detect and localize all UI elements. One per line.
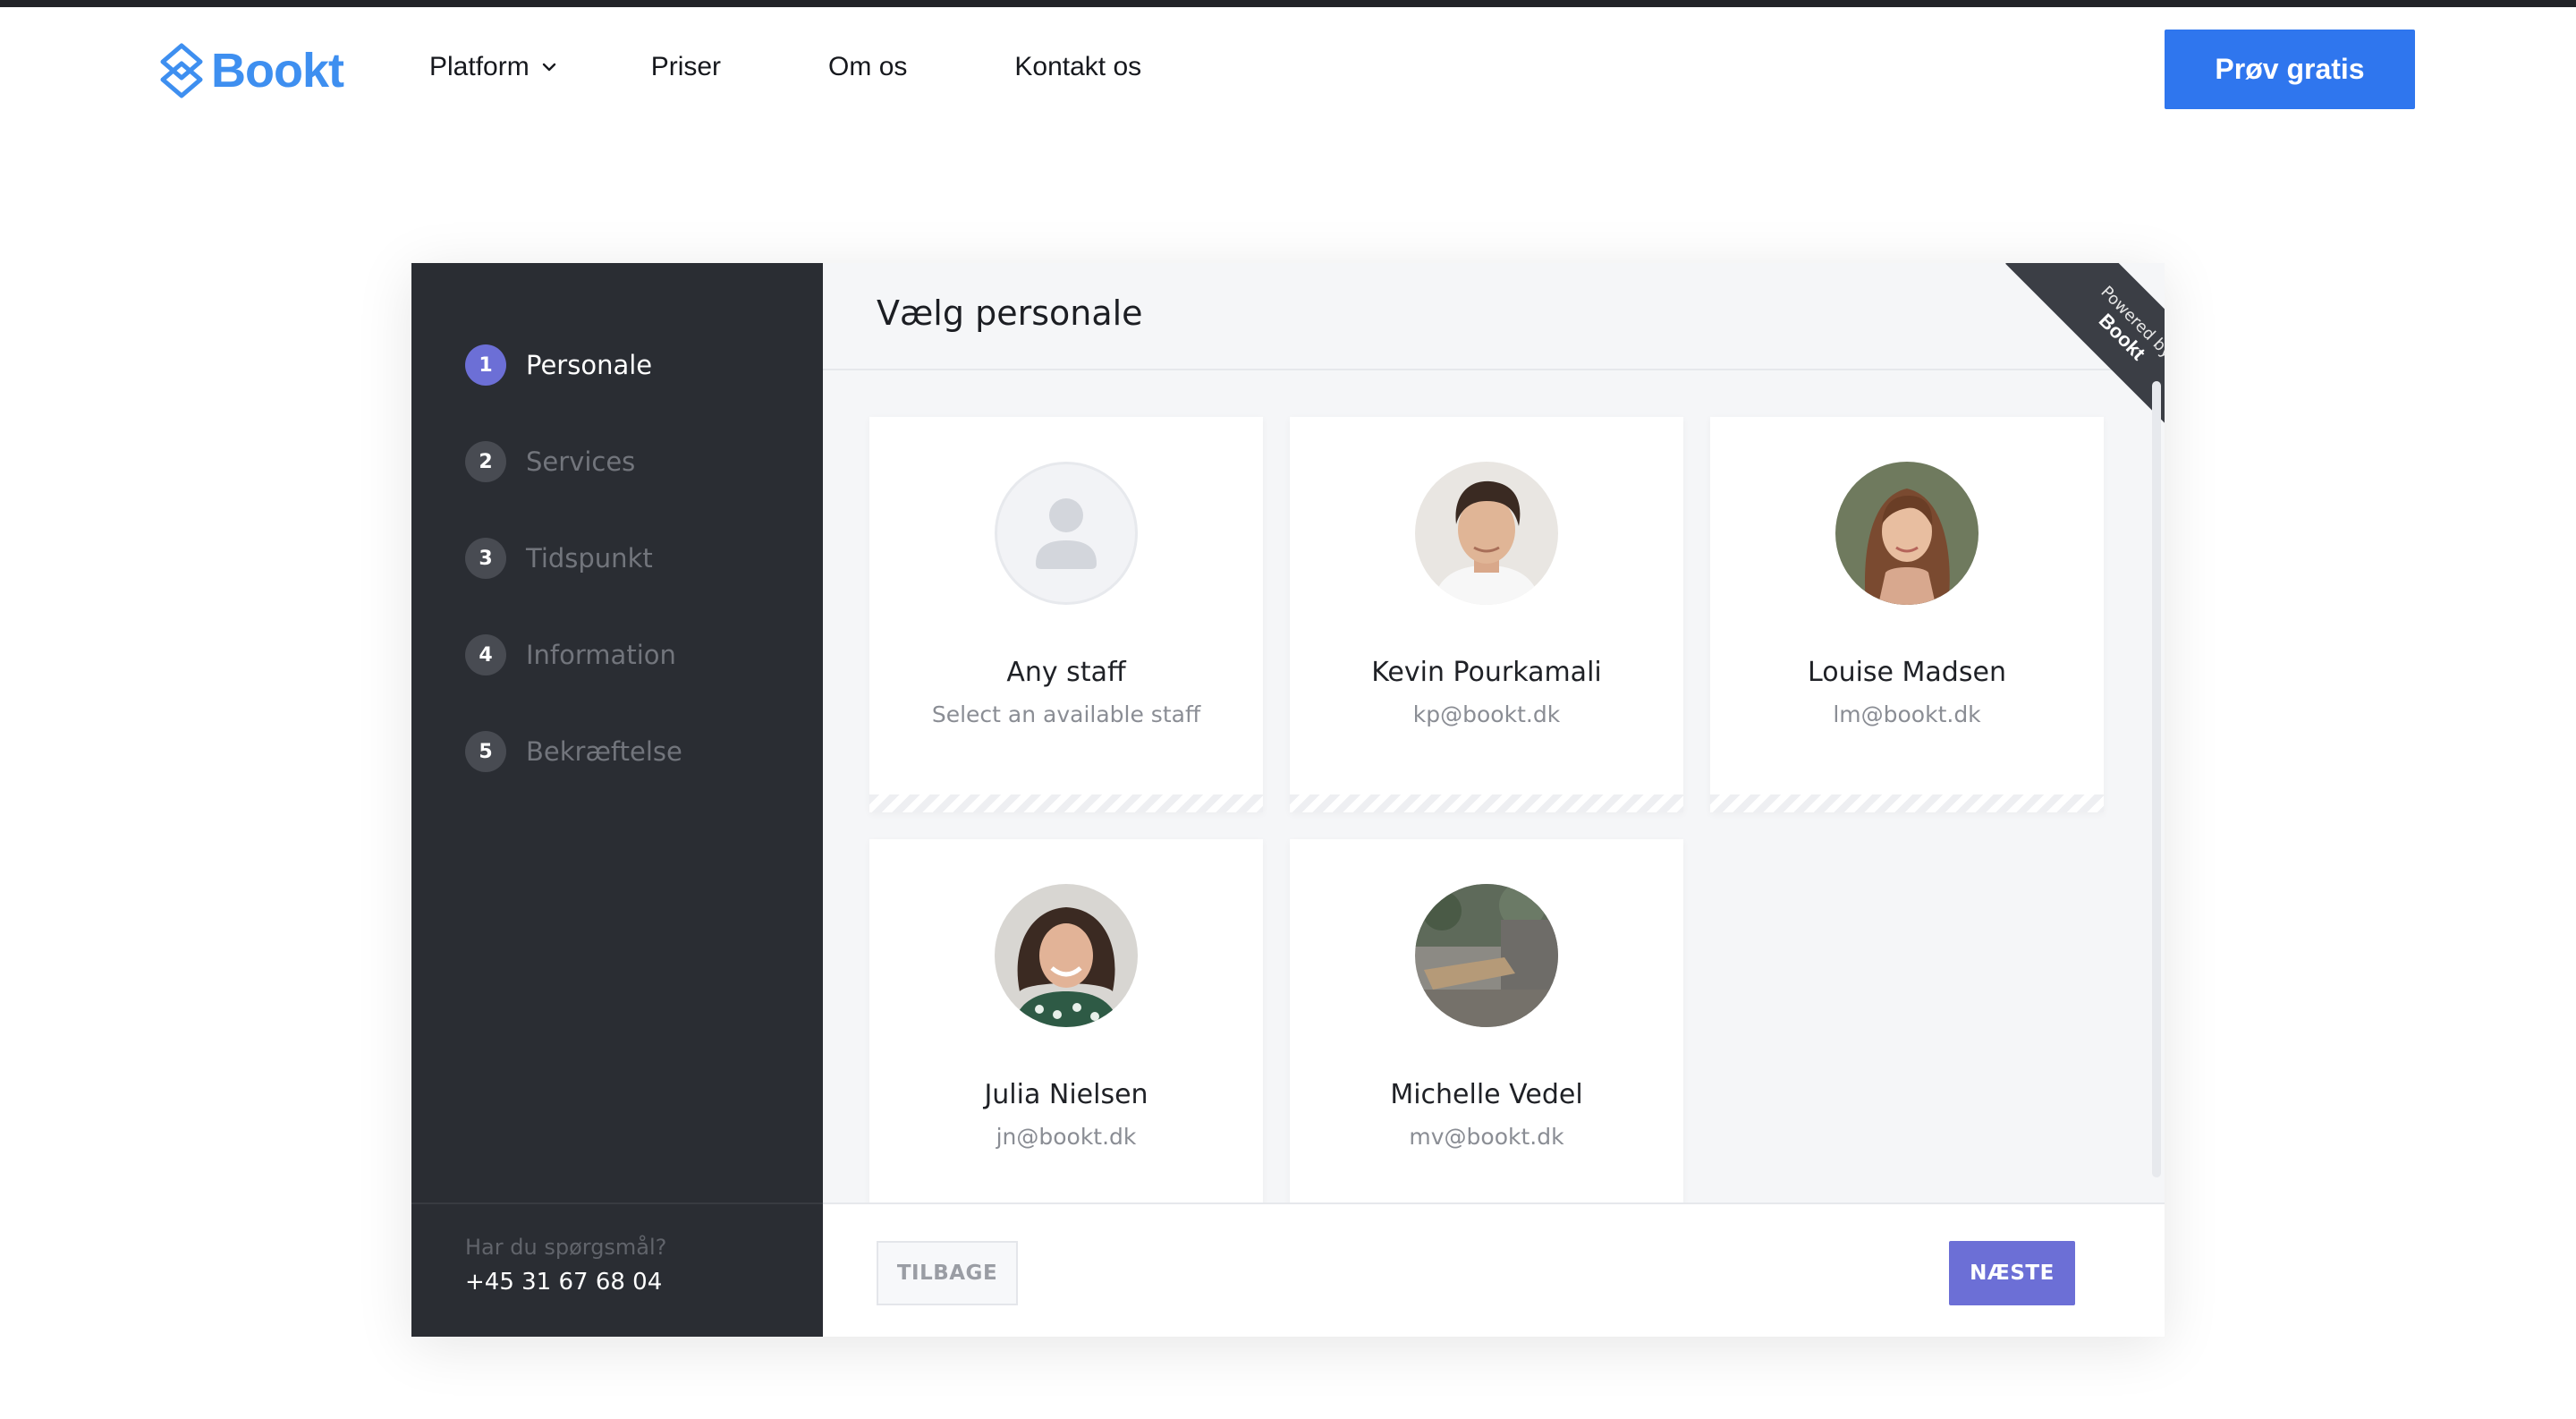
staff-name: Any staff [1006, 657, 1126, 688]
brand-logo[interactable]: Bookt [157, 39, 344, 102]
staff-card-louise[interactable]: Louise Madsen lm@bookt.dk [1710, 417, 2104, 812]
avatar-photo [1415, 462, 1558, 605]
ribbon-band: Powered by Bookt [2005, 263, 2165, 424]
step-number: 3 [465, 538, 506, 579]
staff-card-michelle[interactable]: Michelle Vedel mv@bookt.dk [1290, 839, 1683, 1235]
staff-name: Julia Nielsen [984, 1079, 1148, 1110]
steps-sidebar: 1 Personale 2 Services 3 Tidspunkt 4 Inf… [411, 263, 823, 1337]
avatar [1415, 462, 1558, 605]
try-free-button[interactable]: Prøv gratis [2165, 30, 2415, 109]
staff-email: mv@bookt.dk [1409, 1124, 1564, 1150]
avatar-photo [995, 884, 1138, 1027]
avatar-photo [1835, 462, 1979, 605]
step-number: 2 [465, 441, 506, 482]
avatar [1415, 884, 1558, 1027]
card-stripes [869, 794, 1263, 812]
staff-email: kp@bookt.dk [1412, 701, 1561, 727]
step-services[interactable]: 2 Services [465, 413, 682, 510]
nav-platform[interactable]: Platform [429, 52, 558, 82]
avatar [1835, 462, 1979, 605]
staff-card-kevin[interactable]: Kevin Pourkamali kp@bookt.dk [1290, 417, 1683, 812]
step-bekraeftelse[interactable]: 5 Bekræftelse [465, 703, 682, 800]
page-title: Vælg personale [877, 293, 1143, 333]
site-header: Bookt Platform Priser Om os Kontakt os P… [0, 7, 2576, 132]
step-label: Bekræftelse [526, 736, 682, 767]
booking-widget: 1 Personale 2 Services 3 Tidspunkt 4 Inf… [411, 263, 2165, 1337]
staff-email: lm@bookt.dk [1833, 701, 1981, 727]
help-question: Har du spørgsmål? [465, 1235, 667, 1260]
panel-header: Vælg personale [823, 263, 2165, 370]
main-nav: Platform Priser Om os Kontakt os [429, 52, 1141, 82]
next-button[interactable]: NÆSTE [1949, 1241, 2075, 1305]
avatar-photo [1415, 884, 1558, 1027]
staff-name: Michelle Vedel [1390, 1079, 1583, 1110]
nav-platform-label: Platform [429, 52, 530, 81]
avatar [995, 884, 1138, 1027]
step-tidspunkt[interactable]: 3 Tidspunkt [465, 510, 682, 607]
scrollbar[interactable] [2152, 381, 2161, 1177]
card-stripes [1290, 794, 1683, 812]
placeholder-user-icon [1036, 498, 1097, 569]
step-information[interactable]: 4 Information [465, 607, 682, 703]
staff-email: jn@bookt.dk [996, 1124, 1137, 1150]
step-number: 4 [465, 634, 506, 676]
staff-card-julia[interactable]: Julia Nielsen jn@bookt.dk [869, 839, 1263, 1235]
card-stripes [1710, 794, 2104, 812]
staff-name: Kevin Pourkamali [1371, 657, 1602, 688]
staff-subtitle: Select an available staff [931, 701, 1201, 727]
step-label: Tidspunkt [526, 543, 653, 574]
logo-mark-icon [160, 43, 203, 98]
step-number: 1 [465, 344, 506, 386]
staff-name: Louise Madsen [1808, 657, 2006, 688]
step-label: Information [526, 640, 676, 670]
nav-kontakt-os[interactable]: Kontakt os [1014, 52, 1141, 82]
staff-panel: Vælg personale Powered by Bookt Any staf… [823, 263, 2165, 1337]
top-border [0, 0, 2576, 7]
chevron-down-icon [542, 63, 555, 72]
step-number: 5 [465, 731, 506, 772]
nav-priser[interactable]: Priser [651, 52, 721, 82]
step-label: Services [526, 446, 636, 477]
back-button[interactable]: TILBAGE [877, 1241, 1018, 1305]
step-personale[interactable]: 1 Personale [465, 317, 682, 413]
help-section: Har du spørgsmål? +45 31 67 68 04 [411, 1202, 823, 1337]
avatar [995, 462, 1138, 605]
step-list: 1 Personale 2 Services 3 Tidspunkt 4 Inf… [465, 317, 682, 800]
brand-name: Bookt [211, 44, 344, 98]
help-phone-link[interactable]: +45 31 67 68 04 [465, 1269, 662, 1296]
powered-by-ribbon: Powered by Bookt [2004, 263, 2165, 424]
step-label: Personale [526, 350, 653, 380]
nav-om-os[interactable]: Om os [828, 52, 907, 82]
staff-card-any[interactable]: Any staff Select an available staff [869, 417, 1263, 812]
